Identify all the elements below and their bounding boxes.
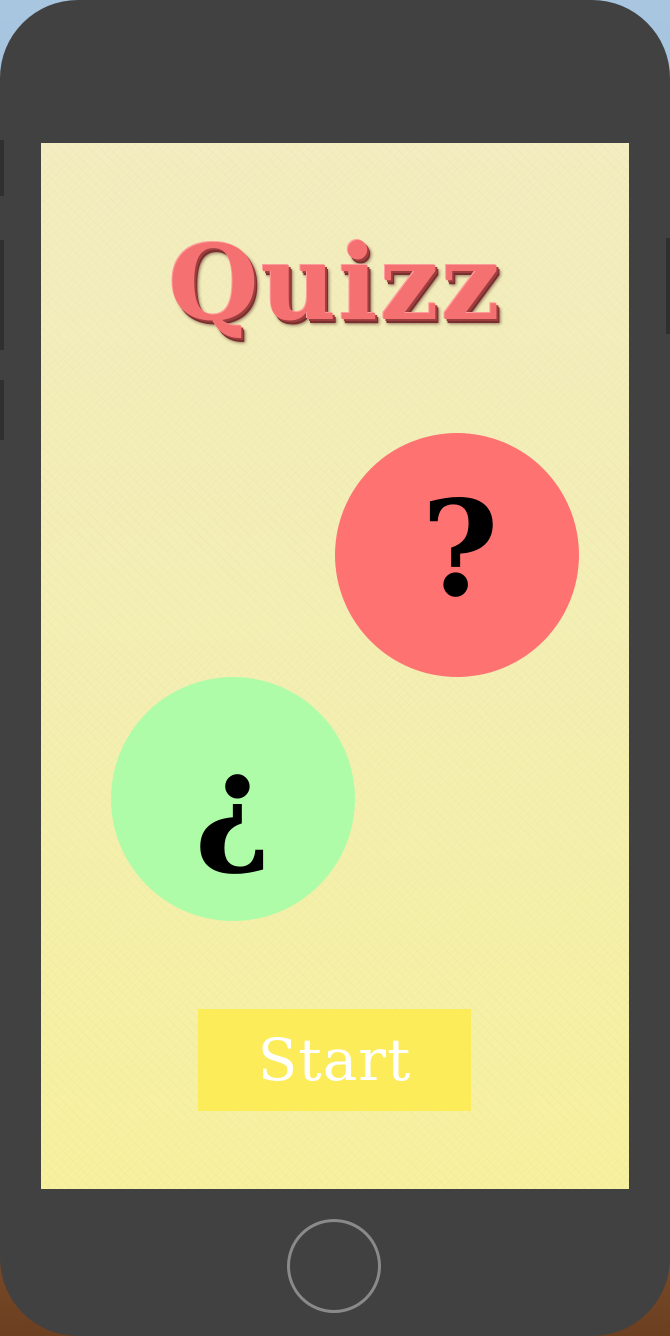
question-mark-bubble: ?	[335, 433, 579, 677]
inverted-question-mark-icon: ¿	[194, 725, 272, 880]
power-button	[666, 238, 670, 334]
app-title: Quizz	[168, 221, 502, 344]
home-button[interactable]	[287, 1219, 381, 1313]
inverted-question-mark-bubble: ¿	[111, 677, 355, 921]
mute-switch	[0, 140, 4, 196]
start-button[interactable]: Start	[198, 1009, 471, 1111]
app-screen: Quizz ? ¿ Start	[41, 143, 629, 1189]
volume-buttons	[0, 240, 4, 350]
question-mark-icon: ?	[421, 472, 499, 627]
start-button-label: Start	[257, 1026, 412, 1094]
volume-down-button	[0, 380, 4, 440]
phone-frame: Quizz ? ¿ Start	[0, 0, 670, 1336]
